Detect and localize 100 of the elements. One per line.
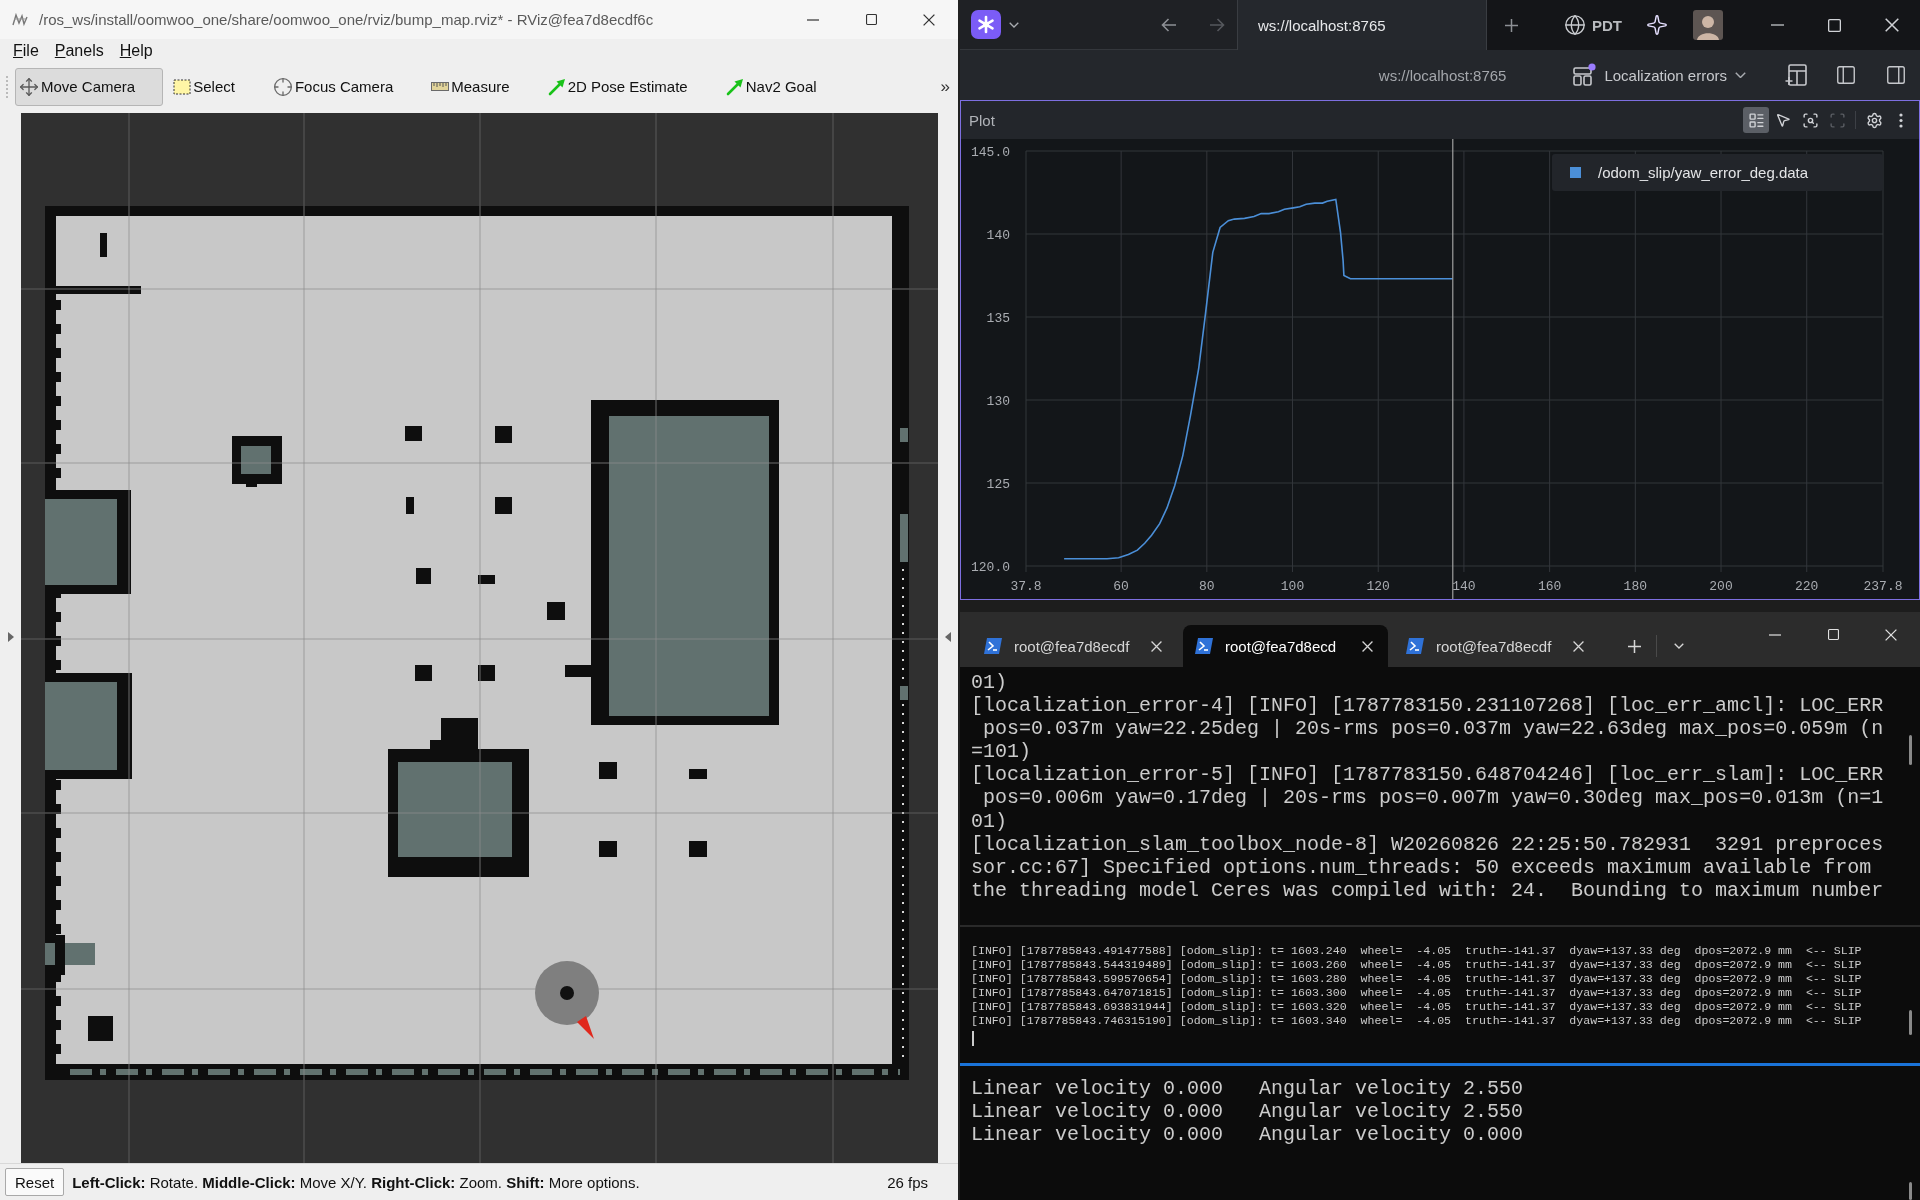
terminal-line: 01) <box>971 809 1007 833</box>
close-icon <box>1885 628 1897 641</box>
timezone-button[interactable]: PDT <box>1564 0 1622 50</box>
terminal-line: [INFO] [1787785843.693831944] [odom_slip]: t= 1603.320 wheel= -4.05 truth=-141.37 dyaw=+137.33 deg dpos=2072.9 mm <-- SLIP <box>971 1000 1862 1015</box>
maximize-icon <box>1827 629 1839 640</box>
triangle-right-icon[interactable] <box>7 631 14 642</box>
menu-item[interactable]: Panels <box>46 42 112 60</box>
legend-label: /odom_slip/yaw_error_deg.data <box>1598 164 1809 181</box>
toolbar-button[interactable]: Nav2 Goal <box>721 67 845 106</box>
reset-button[interactable]: Reset <box>5 1168 65 1196</box>
toolbar-button[interactable]: Select <box>169 67 263 106</box>
toolbar-overflow-button[interactable]: » <box>936 76 954 97</box>
diagonal-arrow-icon <box>547 77 566 96</box>
chart-legend[interactable]: /odom_slip/yaw_error_deg.data <box>1552 154 1883 191</box>
terminal-prompt-icon <box>984 638 1002 654</box>
axis-tick-label: 37.8 <box>1010 579 1042 594</box>
globe-icon <box>1564 14 1586 36</box>
add-panel-icon <box>1785 64 1807 86</box>
axis-tick-label: 80 <box>1199 579 1215 594</box>
menu-item[interactable]: Help <box>111 42 161 60</box>
minimize-icon <box>807 18 819 21</box>
chevron-down-icon <box>1735 71 1746 79</box>
axis-tick-label: 120.0 <box>971 559 1010 575</box>
axis-tick-label: 120 <box>1366 579 1390 594</box>
window-title: /ros_ws/install/oomwoo_one/share/oomwoo_one/rviz/bump_map.rviz* - RViz@fea7d8ecdf6c <box>39 11 654 28</box>
toolbar-button[interactable]: Measure <box>427 67 538 106</box>
close-icon <box>923 13 935 26</box>
scrollbar-thumb[interactable] <box>1909 735 1912 765</box>
axis-tick-label: 180 <box>1623 579 1648 594</box>
axis-tick-label: 60 <box>1113 579 1129 594</box>
toolbar-button[interactable]: Focus Camera <box>268 67 422 106</box>
list-icon <box>1747 111 1765 129</box>
terminal-line: Linear velocity 0.000 Angular velocity 2.550 <box>971 1077 1524 1101</box>
terminal-line: [INFO] [1787785843.599570654] [odom_slip]: t= 1603.280 wheel= -4.05 truth=-141.37 dyaw=+137.33 deg dpos=2072.9 mm <-- SLIP <box>971 972 1862 987</box>
sparkle-icon <box>1646 14 1668 36</box>
layout-dropdown[interactable]: Localization errors <box>1566 58 1752 92</box>
app-logo-icon <box>971 10 1001 39</box>
settings-icon <box>1865 111 1883 129</box>
scrollbar-thumb[interactable] <box>1909 1182 1912 1200</box>
cursor-arrow-icon <box>1775 112 1791 128</box>
axis-tick-label: 140 <box>986 227 1010 243</box>
chevron-down-icon <box>1674 643 1684 649</box>
axis-tick-label: 130 <box>986 393 1010 409</box>
ruler-icon <box>431 82 450 91</box>
axis-tick-label: 160 <box>1537 579 1562 594</box>
terminal-tab[interactable]: root@fea7d8ecd <box>1183 625 1388 667</box>
close-icon <box>1572 640 1584 652</box>
axis-tick-label: 220 <box>1795 579 1819 594</box>
terminal-tab[interactable]: root@fea7d8ecdf <box>972 625 1177 667</box>
terminal-line: sor.cc:67] Specified options.num_threads: 50 exceeds maximum available from <box>971 855 1872 879</box>
toolbar-button[interactable]: 2D Pose Estimate <box>543 67 716 106</box>
chevron-down-icon[interactable] <box>1009 21 1019 28</box>
triangle-left-icon[interactable] <box>945 631 951 642</box>
connection-tab[interactable]: ws://localhost:8765 <box>1237 0 1487 50</box>
back-arrow-icon <box>1161 17 1177 32</box>
terminal-line: the threading model Ceres was compiled with: 24. Bounding to maximum number <box>971 878 1884 902</box>
axis-tick-label: 125 <box>986 476 1010 492</box>
minimize-icon <box>1769 633 1781 636</box>
scrollbar-thumb[interactable] <box>1909 1010 1912 1035</box>
menu-item[interactable]: File <box>5 42 47 60</box>
terminal-line: [localization_slam_toolbox_node-8] W20260826 22:25:50.782931 3291 preproces <box>971 832 1884 856</box>
terminal-line: [localization_error-5] [INFO] [1787783150.648704246] [loc_err_slam]: LOC_ERR <box>971 763 1884 787</box>
zoom-region-icon <box>1801 111 1819 129</box>
terminal-line: pos=0.006m yaw=0.17deg | 20s-rms pos=0.007m yaw=0.30deg max_pos=0.013m (n=1 <box>982 786 1884 810</box>
app-logo-icon <box>12 12 28 27</box>
panel-title: Plot <box>969 111 995 129</box>
dashed-rectangle-icon <box>173 78 192 95</box>
plus-icon <box>1627 639 1641 653</box>
connection-url: ws://localhost:8765 <box>1378 66 1507 84</box>
mouse-hint-text: Left-Click: Rotate. Middle-Click: Move X/Y. Right-Click: Zoom. Shift: More options. <box>72 1173 640 1191</box>
fit-frame-icon <box>1828 111 1846 129</box>
toolbar-grip-icon[interactable] <box>5 74 9 99</box>
terminal-line: pos=0.037m yaw=22.25deg | 20s-rms pos=0.037m yaw=22.63deg max_pos=0.059m (n <box>982 717 1884 741</box>
close-icon <box>1361 640 1373 652</box>
terminal-line: Linear velocity 0.000 Angular velocity 0.000 <box>971 1123 1524 1147</box>
plus-icon <box>1504 18 1518 32</box>
terminal-line: =101) <box>971 740 1031 764</box>
user-avatar-icon[interactable] <box>1693 10 1723 40</box>
terminal-line: [INFO] [1787785843.647071815] [odom_slip]: t= 1603.300 wheel= -4.05 truth=-141.37 dyaw=+137.33 deg dpos=2072.9 mm <-- SLIP <box>971 986 1862 1001</box>
terminal-line: [INFO] [1787785843.544319489] [odom_slip]: t= 1603.260 wheel= -4.05 truth=-141.37 dyaw=+137.33 deg dpos=2072.9 mm <-- SLIP <box>971 958 1862 973</box>
left-sidebar-icon <box>1835 64 1857 86</box>
axis-tick-label: 135 <box>986 310 1010 326</box>
close-icon <box>1884 18 1899 32</box>
terminal-line: [INFO] [1787785843.746315190] [odom_slip]: t= 1603.340 wheel= -4.05 truth=-141.37 dyaw=+137.33 deg dpos=2072.9 mm <-- SLIP <box>971 1014 1862 1029</box>
legend-toggle-button[interactable] <box>1743 107 1769 133</box>
toolbar-button[interactable]: Move Camera <box>15 67 164 106</box>
diagonal-arrow-icon <box>725 77 744 96</box>
maximize-icon <box>1828 18 1841 32</box>
forward-arrow-icon <box>1209 17 1225 32</box>
terminal-line: Linear velocity 0.000 Angular velocity 2.550 <box>971 1100 1524 1124</box>
crosshair-icon <box>272 76 293 97</box>
terminal-prompt-icon <box>1406 638 1424 654</box>
terminal-line: [INFO] [1787785843.491477588] [odom_slip]: t= 1603.240 wheel= -4.05 truth=-141.37 dyaw=+137.33 deg dpos=2072.9 mm <-- SLIP <box>971 944 1862 959</box>
terminal-line: 01) <box>971 671 1007 695</box>
move-arrows-icon <box>19 76 39 97</box>
axis-tick-label: 140 <box>1452 579 1476 594</box>
close-icon <box>1150 640 1162 652</box>
terminal-tab[interactable]: root@fea7d8ecdf <box>1394 625 1599 667</box>
more-vertical-icon <box>1899 112 1903 128</box>
right-sidebar-icon <box>1885 64 1907 86</box>
